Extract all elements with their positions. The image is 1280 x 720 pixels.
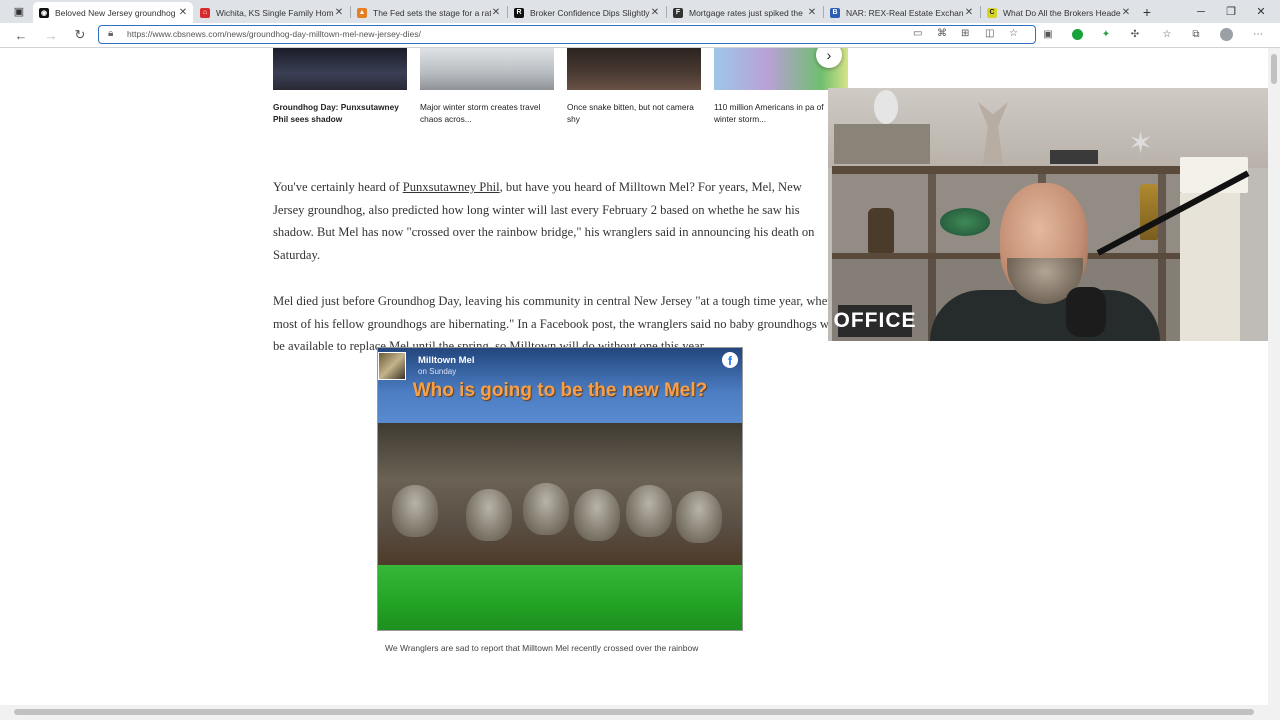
facebook-icon[interactable]: f bbox=[722, 352, 738, 368]
minimize-icon[interactable]: ─ bbox=[1186, 0, 1216, 23]
tab-5[interactable]: F Mortgage rates just spiked the ✕ bbox=[667, 2, 822, 23]
groundhog bbox=[392, 485, 438, 537]
vertical-scrollbar[interactable] bbox=[1268, 48, 1280, 705]
settings-menu-icon[interactable]: ⋯ bbox=[1251, 27, 1265, 41]
office-sign: OFFICE bbox=[834, 305, 916, 337]
facebook-post-headline: Who is going to be the new Mel? bbox=[412, 380, 708, 401]
shelf bbox=[832, 166, 1182, 174]
paragraph-text: You've certainly heard of bbox=[273, 180, 403, 194]
extensions-icon[interactable]: ⊞ bbox=[961, 28, 969, 39]
tab-strip: ▣ ◉ Beloved New Jersey groundhog ✕ ⌂ Wic… bbox=[0, 0, 1280, 23]
home-icon: ⌂ bbox=[200, 7, 210, 18]
tab-1[interactable]: ◉ Beloved New Jersey groundhog ✕ bbox=[33, 2, 193, 23]
address-bar[interactable]: 🔒︎ https://www.cbsnews.com/news/groundho… bbox=[98, 25, 1036, 44]
carousel-caption[interactable]: Once snake bitten, but not camera shy bbox=[567, 101, 701, 125]
carousel-caption[interactable]: Groundhog Day: Punxsutawney Phil sees sh… bbox=[273, 101, 407, 125]
decor-sign bbox=[834, 124, 930, 164]
groundhog bbox=[626, 485, 672, 537]
tab-4[interactable]: R Broker Confidence Dips Slightly ✕ bbox=[508, 2, 665, 23]
groundhog bbox=[676, 491, 722, 543]
facebook-page-name[interactable]: Milltown Mel bbox=[418, 355, 474, 366]
tab-close-icon[interactable]: ✕ bbox=[807, 7, 817, 18]
screenshot-icon[interactable]: ▣ bbox=[1041, 27, 1055, 41]
tab-title: Beloved New Jersey groundhog bbox=[55, 7, 176, 18]
tab-title: What Do All the Brokers Heade bbox=[1003, 7, 1121, 18]
punxsutawney-phil-link[interactable]: Punxsutawney Phil bbox=[403, 180, 500, 194]
carousel-thumbnail[interactable] bbox=[567, 48, 701, 90]
url-text[interactable]: https://www.cbsnews.com/news/groundhog-d… bbox=[127, 29, 421, 39]
tab-close-icon[interactable]: ✕ bbox=[334, 7, 344, 18]
cbs-eye-icon: ◉ bbox=[39, 7, 49, 18]
collections-icon[interactable]: ⧉ bbox=[1189, 27, 1203, 41]
decor-box bbox=[1050, 150, 1098, 164]
restore-icon[interactable]: ❐ bbox=[1216, 0, 1246, 23]
tab-2[interactable]: ⌂ Wichita, KS Single Family Home ✕ bbox=[194, 2, 349, 23]
groundhog bbox=[574, 489, 620, 541]
groundhog bbox=[523, 483, 569, 535]
f-icon: F bbox=[673, 7, 683, 18]
profile-avatar-icon[interactable] bbox=[1219, 27, 1233, 41]
tab-6[interactable]: B NAR: REX-Real Estate Exchange ✕ bbox=[824, 2, 979, 23]
r-icon: R bbox=[514, 7, 524, 18]
groundhog bbox=[466, 489, 512, 541]
grass-band bbox=[378, 565, 742, 630]
read-aloud-icon[interactable]: ▭ bbox=[913, 28, 922, 39]
scroll-thumb[interactable] bbox=[1271, 54, 1277, 84]
tab-close-icon[interactable]: ✕ bbox=[178, 7, 188, 18]
tab-title: Mortgage rates just spiked the bbox=[689, 7, 803, 18]
decor-statue bbox=[868, 208, 894, 253]
tab-title: Wichita, KS Single Family Home bbox=[216, 7, 334, 18]
tab-7[interactable]: C What Do All the Brokers Heade ✕ bbox=[981, 2, 1136, 23]
article-paragraph: You've certainly heard of Punxsutawney P… bbox=[273, 176, 833, 266]
favorites-icon[interactable]: ☆ bbox=[1160, 27, 1174, 41]
tab-close-icon[interactable]: ✕ bbox=[491, 7, 501, 18]
app-available-icon[interactable]: ⌘ bbox=[937, 28, 947, 39]
tab-title: Broker Confidence Dips Slightly bbox=[530, 7, 650, 18]
refresh-icon[interactable]: ↻ bbox=[71, 26, 89, 44]
tab-close-icon[interactable]: ✕ bbox=[650, 7, 660, 18]
tab-close-icon[interactable]: ✕ bbox=[1121, 7, 1131, 18]
new-tab-button[interactable]: + bbox=[1132, 0, 1162, 23]
navigation-bar: ← → ↻ 🔒︎ https://www.cbsnews.com/news/gr… bbox=[0, 23, 1280, 48]
facebook-post-time[interactable]: on Sunday bbox=[418, 367, 456, 376]
tab-close-icon[interactable]: ✕ bbox=[964, 7, 974, 18]
immersive-reader-icon[interactable]: ◫ bbox=[985, 28, 994, 39]
extension-puzzle-icon[interactable]: ✣ bbox=[1128, 27, 1142, 41]
tab-title: NAR: REX-Real Estate Exchange bbox=[846, 7, 964, 18]
decor-star: ✶ bbox=[1128, 127, 1154, 160]
tab-3[interactable]: ▲ The Fed sets the stage for a rate ✕ bbox=[351, 2, 506, 23]
background-curtain bbox=[1180, 193, 1240, 341]
decor-vase bbox=[874, 90, 898, 124]
microphone bbox=[1066, 287, 1106, 337]
extension-leaf-icon[interactable]: ✦ bbox=[1099, 27, 1113, 41]
tab-title: The Fed sets the stage for a rate bbox=[373, 7, 491, 18]
scroll-thumb[interactable] bbox=[14, 709, 1254, 715]
forward-icon[interactable]: → bbox=[42, 26, 60, 44]
carousel-thumbnail[interactable] bbox=[420, 48, 554, 90]
page-avatar[interactable] bbox=[378, 352, 406, 380]
c-icon: C bbox=[987, 7, 997, 18]
lock-icon[interactable]: 🔒︎ bbox=[108, 28, 113, 39]
facebook-post-caption: We Wranglers are sad to report that Mill… bbox=[385, 643, 699, 653]
back-icon[interactable]: ← bbox=[12, 26, 30, 44]
close-window-icon[interactable]: ✕ bbox=[1246, 0, 1276, 23]
b-icon: B bbox=[830, 7, 840, 18]
decor-plant bbox=[940, 208, 990, 236]
groundhogs-photo bbox=[378, 423, 742, 565]
carousel-caption[interactable]: Major winter storm creates travel chaos … bbox=[420, 101, 554, 125]
chart-icon: ▲ bbox=[357, 7, 367, 18]
tab-actions-icon[interactable]: ▣ bbox=[4, 0, 34, 23]
carousel-thumbnail[interactable] bbox=[273, 48, 407, 90]
extension-green-icon[interactable] bbox=[1070, 27, 1084, 41]
favorite-star-icon[interactable]: ☆ bbox=[1009, 28, 1018, 39]
